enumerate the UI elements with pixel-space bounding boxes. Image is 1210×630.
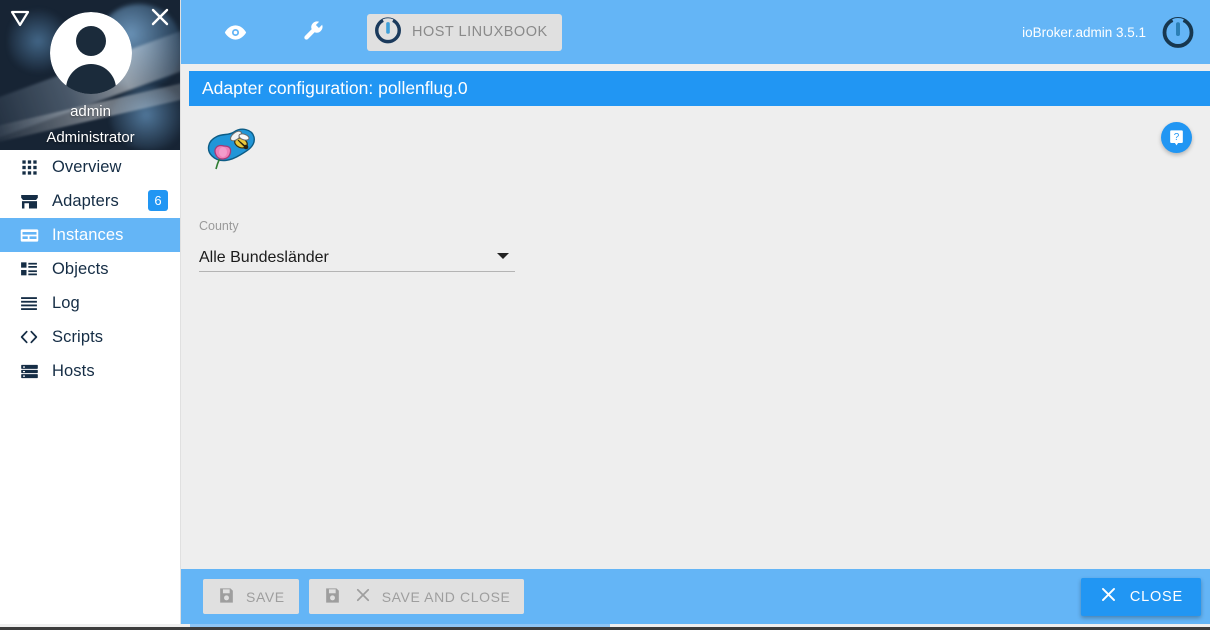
horizontal-scrollbar-thumb[interactable] bbox=[190, 624, 610, 627]
sidebar-item-label: Adapters bbox=[52, 191, 119, 210]
sidebar-user-header: admin Administrator bbox=[0, 0, 180, 150]
wrench-icon[interactable] bbox=[289, 8, 337, 56]
avatar[interactable] bbox=[50, 12, 132, 94]
save-and-close-button-label: SAVE AND CLOSE bbox=[381, 588, 511, 605]
close-icon[interactable] bbox=[148, 5, 172, 29]
sidebar-item-objects[interactable]: Objects bbox=[0, 252, 180, 286]
host-button-label: HOST LINUXBOOK bbox=[412, 24, 548, 40]
sidebar-item-label: Hosts bbox=[52, 361, 95, 380]
sidebar-item-label: Overview bbox=[52, 157, 122, 176]
close-x-icon bbox=[354, 586, 372, 607]
avatar-head bbox=[76, 26, 106, 56]
adapters-badge: 6 bbox=[148, 190, 168, 211]
save-button[interactable]: SAVE bbox=[203, 579, 299, 614]
page-title-bar: Adapter configuration: pollenflug.0 bbox=[189, 71, 1210, 106]
close-button-label: CLOSE bbox=[1129, 588, 1183, 605]
lines-icon bbox=[16, 291, 42, 315]
sidebar-item-adapters[interactable]: Adapters 6 bbox=[0, 184, 180, 218]
store-icon bbox=[16, 189, 42, 213]
help-book-icon[interactable]: ? bbox=[1161, 122, 1192, 153]
county-label: County bbox=[199, 219, 239, 233]
main-area: HOST LINUXBOOK ioBroker.admin 3.5.1 Adap… bbox=[181, 0, 1210, 624]
chevron-down-icon bbox=[497, 253, 509, 259]
sidebar-item-label: Instances bbox=[52, 225, 124, 244]
sidebar-menu: Overview Adapters 6 Instances Objects Lo… bbox=[0, 150, 180, 388]
sidebar-item-label: Scripts bbox=[52, 327, 104, 346]
save-and-close-button[interactable]: SAVE AND CLOSE bbox=[308, 579, 525, 614]
svg-text:?: ? bbox=[1174, 132, 1180, 143]
window-bottom-strip bbox=[0, 624, 1210, 630]
user-name: admin bbox=[70, 103, 111, 120]
sidebar-item-scripts[interactable]: Scripts bbox=[0, 320, 180, 354]
iobroker-power-logo-icon[interactable] bbox=[1156, 10, 1200, 54]
pollenflug-logo-icon bbox=[202, 122, 262, 180]
server-icon bbox=[16, 359, 42, 383]
close-x-icon bbox=[1099, 585, 1118, 608]
county-select[interactable]: Alle Bundesländer bbox=[199, 244, 515, 272]
floppy-save-icon bbox=[217, 586, 236, 608]
top-toolbar: HOST LINUXBOOK ioBroker.admin 3.5.1 bbox=[181, 0, 1210, 64]
sidebar: admin Administrator Overview Adapters 6 … bbox=[0, 0, 181, 624]
eye-icon[interactable] bbox=[211, 8, 259, 56]
bottom-action-bar: SAVE SAVE AND CLOSE CLOSE bbox=[181, 569, 1210, 624]
code-brackets-icon bbox=[16, 325, 42, 349]
county-field-group: County Alle Bundesländer bbox=[199, 219, 515, 272]
collapse-triangle-icon[interactable] bbox=[8, 6, 32, 30]
iobroker-admin-window: admin Administrator Overview Adapters 6 … bbox=[0, 0, 1210, 630]
sidebar-item-log[interactable]: Log bbox=[0, 286, 180, 320]
grid-dots-icon bbox=[16, 155, 42, 179]
sidebar-item-label: Objects bbox=[52, 259, 109, 278]
instances-icon bbox=[16, 223, 42, 247]
floppy-save-icon bbox=[323, 586, 342, 608]
sidebar-item-hosts[interactable]: Hosts bbox=[0, 354, 180, 388]
host-button[interactable]: HOST LINUXBOOK bbox=[367, 13, 562, 51]
iobroker-logo-icon bbox=[373, 15, 403, 50]
version-label: ioBroker.admin 3.5.1 bbox=[1022, 24, 1146, 40]
save-button-label: SAVE bbox=[246, 588, 285, 605]
adapter-config-content: ? County Alle Bundesländer bbox=[181, 106, 1210, 569]
horizontal-scrollbar-track[interactable] bbox=[0, 624, 1210, 627]
user-role: Administrator bbox=[46, 129, 135, 146]
county-select-value: Alle Bundesländer bbox=[199, 248, 329, 266]
sidebar-item-label: Log bbox=[52, 293, 80, 312]
sidebar-item-overview[interactable]: Overview bbox=[0, 150, 180, 184]
sidebar-item-instances[interactable]: Instances bbox=[0, 218, 180, 252]
close-button[interactable]: CLOSE bbox=[1080, 577, 1201, 616]
page-title: Adapter configuration: pollenflug.0 bbox=[202, 78, 468, 98]
list-table-icon bbox=[16, 257, 42, 281]
